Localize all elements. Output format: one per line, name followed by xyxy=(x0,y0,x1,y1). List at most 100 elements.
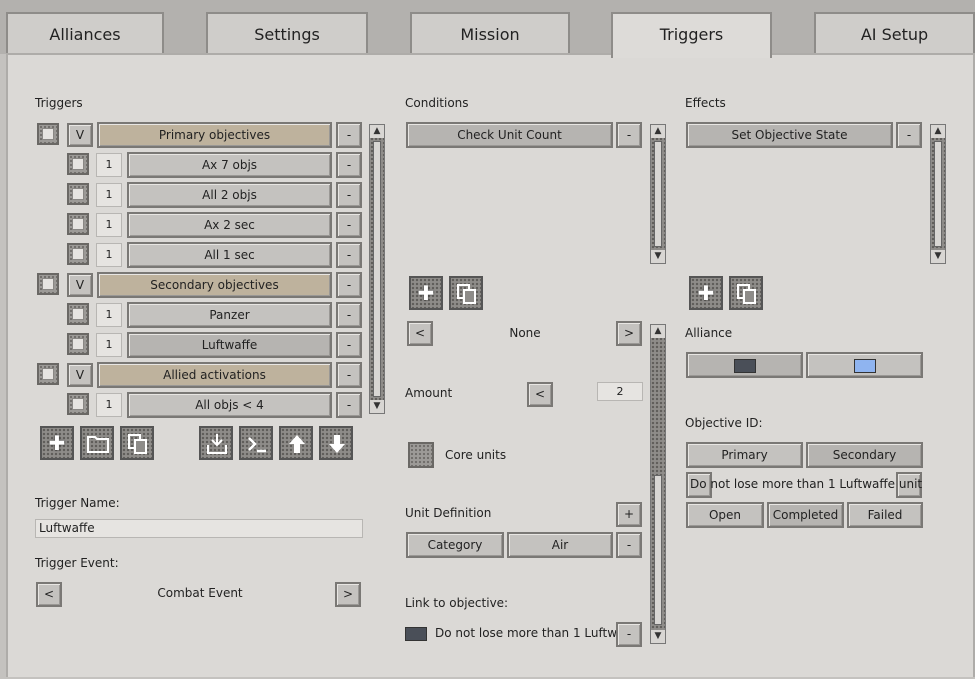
trigger-event-next-button[interactable]: > xyxy=(335,582,361,607)
remove-unit-definition-button[interactable]: - xyxy=(616,532,642,558)
trigger-item[interactable]: All 2 objs xyxy=(127,182,332,208)
console-icon[interactable] xyxy=(239,426,273,460)
state-failed-button[interactable]: Failed xyxy=(847,502,923,528)
remove-trigger-button[interactable]: - xyxy=(336,302,362,328)
trigger-item[interactable]: Ax 2 sec xyxy=(127,212,332,238)
alliance-option-1[interactable] xyxy=(686,352,803,378)
effects-scrollbar[interactable]: ▲ ▼ xyxy=(930,124,946,264)
group-toggle-button[interactable]: V xyxy=(67,123,93,147)
remove-effect-button[interactable]: - xyxy=(896,122,922,148)
tab-ai-setup[interactable]: AI Setup xyxy=(814,12,975,54)
trigger-checkbox[interactable] xyxy=(37,273,59,295)
alliance-color-1-swatch xyxy=(733,358,756,373)
effects-heading: Effects xyxy=(685,96,726,110)
alliance-color-2-swatch xyxy=(853,358,876,373)
objective-primary-button[interactable]: Primary xyxy=(686,442,803,468)
scroll-thumb[interactable] xyxy=(934,141,942,247)
trigger-item[interactable]: Panzer xyxy=(127,302,332,328)
remove-trigger-button[interactable]: - xyxy=(336,272,362,298)
import-icon[interactable] xyxy=(199,426,233,460)
unit-definition-category[interactable]: Category xyxy=(406,532,504,558)
trigger-item[interactable]: All 1 sec xyxy=(127,242,332,268)
trigger-checkbox[interactable] xyxy=(67,213,89,235)
trigger-item[interactable]: Luftwaffe xyxy=(127,332,332,358)
condition-params-scrollbar[interactable]: ▲ ▼ xyxy=(650,324,666,644)
trigger-name-input[interactable]: Luftwaffe xyxy=(35,519,363,538)
trigger-checkbox[interactable] xyxy=(67,333,89,355)
tab-mission[interactable]: Mission xyxy=(410,12,570,54)
remove-trigger-button[interactable]: - xyxy=(336,212,362,238)
remove-trigger-button[interactable]: - xyxy=(336,182,362,208)
objective-secondary-button[interactable]: Secondary xyxy=(806,442,923,468)
tab-alliances[interactable]: Alliances xyxy=(6,12,164,54)
remove-trigger-button[interactable]: - xyxy=(336,392,362,418)
remove-trigger-button[interactable]: - xyxy=(336,362,362,388)
scroll-thumb[interactable] xyxy=(654,141,662,247)
effect-item[interactable]: Set Objective State xyxy=(686,122,893,148)
scroll-up-arrow-icon[interactable]: ▲ xyxy=(370,125,384,138)
copy-icon[interactable] xyxy=(120,426,154,460)
trigger-checkbox[interactable] xyxy=(67,153,89,175)
trigger-event-prev-button[interactable]: < xyxy=(36,582,62,607)
scroll-up-arrow-icon[interactable]: ▲ xyxy=(651,125,665,138)
conditions-scrollbar[interactable]: ▲ ▼ xyxy=(650,124,666,264)
copy-effect-icon[interactable] xyxy=(729,276,763,310)
objective-text: Do not lose more than 1 Luftwaffe unit xyxy=(690,477,922,491)
scroll-down-arrow-icon[interactable]: ▼ xyxy=(931,250,945,263)
remove-trigger-button[interactable]: - xyxy=(336,122,362,148)
trigger-group-item[interactable]: Allied activations xyxy=(97,362,332,388)
state-completed-button[interactable]: Completed xyxy=(767,502,844,528)
add-unit-definition-button[interactable]: + xyxy=(616,502,642,527)
scroll-up-arrow-icon[interactable]: ▲ xyxy=(651,325,665,338)
alliance-label: Alliance xyxy=(685,326,733,340)
alliance-option-2[interactable] xyxy=(806,352,923,378)
add-folder-icon[interactable] xyxy=(80,426,114,460)
remove-trigger-button[interactable]: - xyxy=(336,332,362,358)
tab-triggers[interactable]: Triggers xyxy=(611,12,772,58)
scroll-thumb[interactable] xyxy=(654,475,662,625)
move-down-arrow-icon[interactable] xyxy=(319,426,353,460)
triggers-heading: Triggers xyxy=(35,96,83,110)
group-toggle-button[interactable]: V xyxy=(67,363,93,387)
condition-selector-prev-button[interactable]: < xyxy=(407,321,433,346)
scroll-thumb[interactable] xyxy=(373,141,381,397)
tab-settings[interactable]: Settings xyxy=(206,12,368,54)
condition-item[interactable]: Check Unit Count xyxy=(406,122,613,148)
scroll-up-arrow-icon[interactable]: ▲ xyxy=(931,125,945,138)
unit-definition-value[interactable]: Air xyxy=(507,532,613,558)
trigger-list-scrollbar[interactable]: ▲ ▼ xyxy=(369,124,385,414)
trigger-checkbox[interactable] xyxy=(67,393,89,415)
group-toggle-button[interactable]: V xyxy=(67,273,93,297)
trigger-checkbox[interactable] xyxy=(37,363,59,385)
trigger-group-item[interactable]: Primary objectives xyxy=(97,122,332,148)
objective-id-label: Objective ID: xyxy=(685,416,763,430)
add-effect-plus-icon[interactable]: ✚ xyxy=(689,276,723,310)
trigger-group-item[interactable]: Secondary objectives xyxy=(97,272,332,298)
scroll-down-arrow-icon[interactable]: ▼ xyxy=(651,250,665,263)
scroll-down-arrow-icon[interactable]: ▼ xyxy=(370,400,384,413)
scroll-down-arrow-icon[interactable]: ▼ xyxy=(651,630,665,643)
trigger-item[interactable]: Ax 7 objs xyxy=(127,152,332,178)
add-trigger-plus-icon[interactable]: ✚ xyxy=(40,426,74,460)
trigger-item[interactable]: All objs < 4 xyxy=(127,392,332,418)
trigger-checkbox[interactable] xyxy=(67,303,89,325)
trigger-name-label: Trigger Name: xyxy=(35,496,120,510)
move-up-arrow-icon[interactable] xyxy=(279,426,313,460)
state-open-button[interactable]: Open xyxy=(686,502,764,528)
core-units-label: Core units xyxy=(445,448,507,462)
remove-condition-button[interactable]: - xyxy=(616,122,642,148)
remove-trigger-button[interactable]: - xyxy=(336,242,362,268)
condition-selector-next-button[interactable]: > xyxy=(616,321,642,346)
copy-condition-icon[interactable] xyxy=(449,276,483,310)
trigger-checkbox[interactable] xyxy=(67,183,89,205)
amount-decrease-button[interactable]: < xyxy=(527,382,553,407)
add-condition-plus-icon[interactable]: ✚ xyxy=(409,276,443,310)
trigger-checkbox[interactable] xyxy=(37,123,59,145)
link-to-objective-value[interactable]: Do not lose more than 1 Luftwaffe xyxy=(435,626,640,640)
remove-link-button[interactable]: - xyxy=(616,622,642,647)
core-units-checkbox[interactable] xyxy=(408,442,434,468)
condition-selector-value: None xyxy=(509,326,541,340)
trigger-checkbox[interactable] xyxy=(67,243,89,265)
remove-trigger-button[interactable]: - xyxy=(336,152,362,178)
amount-input[interactable]: 2 xyxy=(597,382,643,401)
